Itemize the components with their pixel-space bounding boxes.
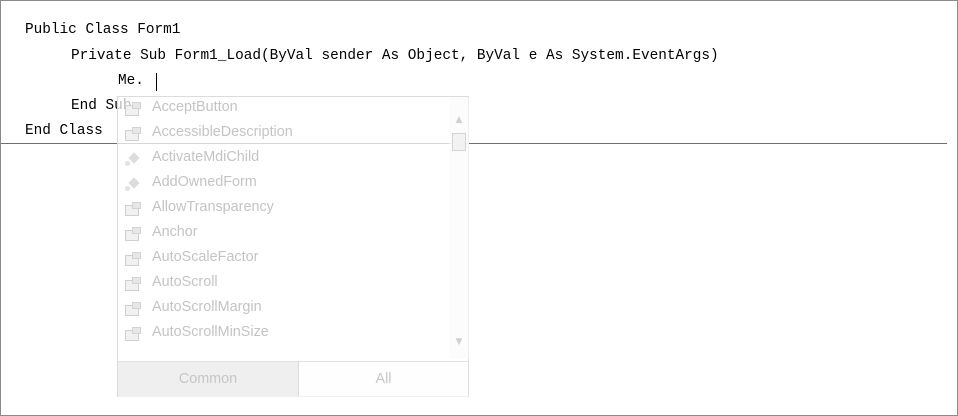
- completion-item-label: Anchor: [152, 224, 198, 240]
- method-icon: [124, 176, 140, 192]
- completion-item[interactable]: AddOwnedForm: [118, 172, 448, 196]
- intellisense-popup[interactable]: AcceptButton AccessibleDescription Activ…: [117, 96, 469, 397]
- property-icon: [124, 276, 141, 292]
- scroll-up-arrow-icon[interactable]: ▲: [449, 111, 469, 129]
- property-icon: [124, 301, 141, 317]
- method-icon: [124, 151, 140, 167]
- property-icon: [124, 251, 141, 267]
- completion-item-label: AutoScrollMinSize: [152, 324, 269, 340]
- completion-item-label: ActivateMdiChild: [152, 149, 260, 165]
- completion-item-label: AutoScaleFactor: [152, 249, 259, 265]
- completion-item-label: AcceptButton: [152, 99, 238, 115]
- completion-item[interactable]: ActivateMdiChild: [118, 147, 448, 171]
- completion-item-label: AccessibleDescription: [152, 124, 293, 140]
- completion-item[interactable]: AcceptButton: [118, 97, 448, 121]
- property-icon: [124, 201, 141, 217]
- completion-item-label: AutoScrollMargin: [152, 299, 262, 315]
- code-editor[interactable]: Public Class Form1 Private Sub Form1_Loa…: [0, 0, 958, 416]
- code-line-current[interactable]: Me.: [118, 72, 144, 90]
- completion-item[interactable]: AutoScrollMargin: [118, 297, 448, 321]
- completion-filter-tabs: Common All: [118, 361, 468, 397]
- completion-item[interactable]: AutoScrollMinSize: [118, 322, 448, 346]
- code-line-class-declaration[interactable]: Public Class Form1: [25, 21, 180, 39]
- completion-item[interactable]: AutoScroll: [118, 272, 448, 296]
- completion-item-label: AddOwnedForm: [152, 174, 257, 190]
- completion-scrollbar[interactable]: ▲ ▼: [449, 97, 469, 359]
- property-icon: [124, 101, 141, 117]
- property-icon: [124, 226, 141, 242]
- completion-item[interactable]: AllowTransparency: [118, 197, 448, 221]
- property-icon: [124, 126, 141, 142]
- completion-item[interactable]: AutoScaleFactor: [118, 247, 448, 271]
- completion-item[interactable]: AccessibleDescription: [118, 122, 448, 146]
- scrollbar-thumb[interactable]: [452, 133, 466, 151]
- text-caret: [156, 73, 157, 91]
- tab-common[interactable]: Common: [118, 362, 299, 396]
- completion-list[interactable]: AcceptButton AccessibleDescription Activ…: [118, 97, 448, 359]
- completion-item-label: AllowTransparency: [152, 199, 274, 215]
- scroll-down-arrow-icon[interactable]: ▼: [449, 333, 469, 351]
- property-icon: [124, 326, 141, 342]
- code-line-sub-declaration[interactable]: Private Sub Form1_Load(ByVal sender As O…: [71, 47, 719, 65]
- code-line-end-class[interactable]: End Class: [25, 122, 103, 140]
- completion-item-label: AutoScroll: [152, 274, 218, 290]
- tab-all[interactable]: All: [299, 362, 468, 396]
- completion-item[interactable]: Anchor: [118, 222, 448, 246]
